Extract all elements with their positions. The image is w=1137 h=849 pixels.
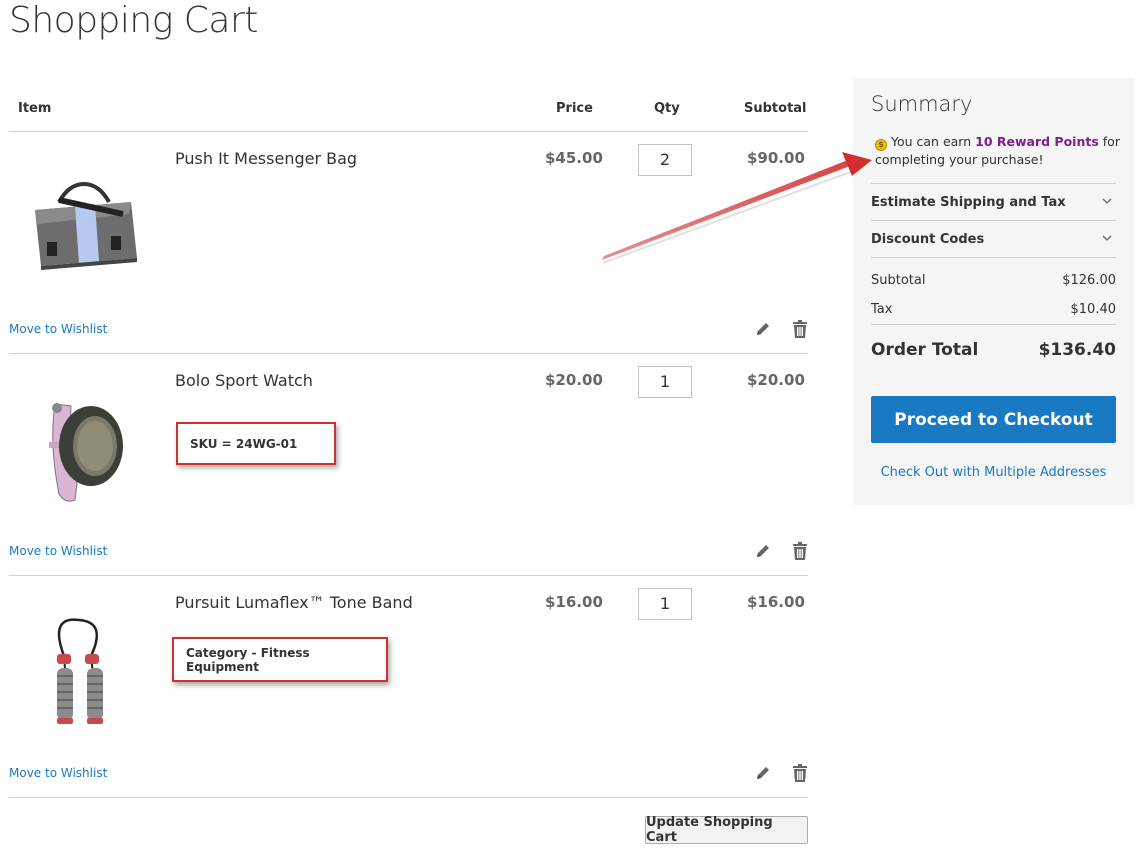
tax-label: Tax bbox=[871, 302, 893, 317]
subtotal-label: Subtotal bbox=[871, 273, 926, 288]
tax-value: $10.40 bbox=[1070, 302, 1117, 317]
subtotal-row: Subtotal $126.00 bbox=[871, 273, 1116, 288]
item-subtotal: $20.00 bbox=[747, 371, 805, 389]
product-name[interactable]: Pursuit Lumaflex™ Tone Band bbox=[175, 593, 413, 612]
item-subtotal: $16.00 bbox=[747, 593, 805, 611]
reward-points-message: $ You can earn 10 Reward Points for compl… bbox=[875, 133, 1125, 169]
move-to-wishlist-link[interactable]: Move to Wishlist bbox=[9, 766, 107, 780]
order-total-value: $136.40 bbox=[1038, 340, 1116, 360]
discount-codes-toggle[interactable]: Discount Codes bbox=[871, 221, 1116, 257]
cart-table: Item Price Qty Subtotal Push It Messenge… bbox=[9, 86, 808, 798]
update-shopping-cart-button[interactable]: Update Shopping Cart bbox=[645, 815, 808, 845]
order-total-label: Order Total bbox=[871, 340, 979, 360]
header-price: Price bbox=[556, 101, 593, 116]
multiple-addresses-link[interactable]: Check Out with Multiple Addresses bbox=[871, 465, 1116, 480]
pencil-icon[interactable] bbox=[755, 543, 771, 559]
move-to-wishlist-link[interactable]: Move to Wishlist bbox=[9, 322, 107, 336]
sku-annotation: SKU = 24WG-01 bbox=[176, 422, 336, 465]
reward-points-value: 10 Reward Points bbox=[975, 134, 1099, 149]
pencil-icon[interactable] bbox=[755, 765, 771, 781]
subtotal-value: $126.00 bbox=[1062, 273, 1116, 288]
item-price: $20.00 bbox=[545, 371, 603, 389]
estimate-shipping-label: Estimate Shipping and Tax bbox=[871, 195, 1066, 210]
category-annotation: Category - Fitness Equipment bbox=[172, 637, 388, 682]
item-subtotal: $90.00 bbox=[747, 149, 805, 167]
divider bbox=[871, 257, 1116, 258]
tax-row: Tax $10.40 bbox=[871, 302, 1116, 317]
order-total-row: Order Total $136.40 bbox=[871, 340, 1116, 360]
cart-item-row: Pursuit Lumaflex™ Tone Band $16.00 1 $16… bbox=[9, 576, 808, 798]
header-qty: Qty bbox=[654, 101, 680, 116]
header-item: Item bbox=[18, 101, 52, 116]
item-price: $45.00 bbox=[545, 149, 603, 167]
summary-panel: Summary $ You can earn 10 Reward Points f… bbox=[853, 78, 1134, 505]
header-subtotal: Subtotal bbox=[744, 101, 807, 116]
proceed-to-checkout-button[interactable]: Proceed to Checkout bbox=[871, 396, 1116, 443]
product-name[interactable]: Bolo Sport Watch bbox=[175, 371, 313, 390]
product-name[interactable]: Push It Messenger Bag bbox=[175, 149, 357, 168]
reward-prefix: You can earn bbox=[891, 134, 972, 149]
qty-input[interactable]: 2 bbox=[638, 144, 692, 176]
summary-title: Summary bbox=[871, 92, 973, 116]
chevron-down-icon bbox=[1102, 235, 1112, 241]
pencil-icon[interactable] bbox=[755, 321, 771, 337]
cart-table-header: Item Price Qty Subtotal bbox=[9, 86, 808, 132]
qty-input[interactable]: 1 bbox=[638, 366, 692, 398]
sport-watch-image[interactable] bbox=[19, 384, 149, 514]
tone-band-image[interactable] bbox=[19, 606, 149, 736]
trash-icon[interactable] bbox=[792, 542, 808, 560]
coin-icon: $ bbox=[875, 139, 887, 151]
trash-icon[interactable] bbox=[792, 320, 808, 338]
messenger-bag-image[interactable] bbox=[19, 162, 149, 292]
move-to-wishlist-link[interactable]: Move to Wishlist bbox=[9, 544, 107, 558]
item-price: $16.00 bbox=[545, 593, 603, 611]
divider bbox=[871, 324, 1116, 325]
trash-icon[interactable] bbox=[792, 764, 808, 782]
cart-item-row: Bolo Sport Watch $20.00 1 $20.00 SKU = 2… bbox=[9, 354, 808, 576]
estimate-shipping-toggle[interactable]: Estimate Shipping and Tax bbox=[871, 184, 1116, 220]
discount-codes-label: Discount Codes bbox=[871, 232, 985, 247]
qty-input[interactable]: 1 bbox=[638, 588, 692, 620]
chevron-down-icon bbox=[1102, 198, 1112, 204]
cart-item-row: Push It Messenger Bag $45.00 2 $90.00 Mo… bbox=[9, 132, 808, 354]
page-title: Shopping Cart bbox=[9, 0, 258, 41]
